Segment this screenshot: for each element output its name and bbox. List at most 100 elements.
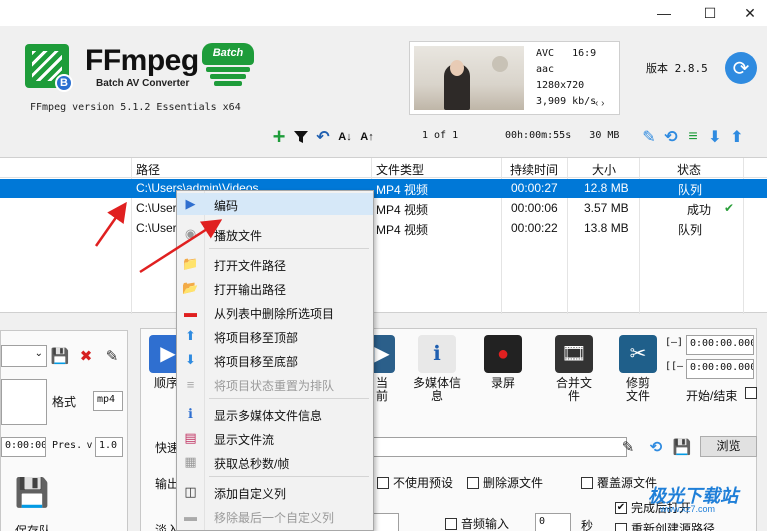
column-header-status[interactable]: 状态 <box>677 161 701 178</box>
menu-item-reset-status[interactable]: ≡ 将项目状态重置为排队 <box>177 373 373 395</box>
table-row[interactable]: C:\User MP4 视频 00:00:06 3.57 MB 成功 ✔ <box>0 199 767 218</box>
filter-icon[interactable] <box>290 126 312 148</box>
cell-type: MP4 视频 <box>376 223 429 237</box>
trim-label: 修剪 文件 <box>625 376 650 403</box>
fade-in-combo[interactable] <box>373 513 399 531</box>
seconds-field[interactable]: 0 <box>535 513 571 531</box>
record-screen-button[interactable]: ● 录屏 <box>481 335 525 390</box>
context-menu: ▶ 编码 ◉ 播放文件 📁 打开文件路径 📂 打开输出路径 ▬ 从列表中删除所选… <box>176 190 374 531</box>
totals: 00h:00m:55s 30 MB <box>505 130 619 141</box>
app-version: 版本 2.8.5 <box>646 62 708 75</box>
success-check-icon: ✔ <box>724 201 735 215</box>
edit-preset-icon[interactable]: ✎ <box>103 347 121 365</box>
format-field[interactable]: mp4 <box>93 391 123 411</box>
edit-path-icon[interactable]: ✎ <box>619 438 637 456</box>
meta-nav-arrows[interactable]: ‹ › <box>595 98 604 109</box>
sort-az-icon[interactable]: A↓ <box>334 126 356 148</box>
column-add-icon: ◫ <box>184 484 197 499</box>
list-menu-icon[interactable]: ≡ <box>682 126 704 148</box>
cell-path: C:\User <box>136 221 177 235</box>
audio-input-label: 音频输入 <box>461 517 510 531</box>
cell-size: 3.57 MB <box>584 201 629 215</box>
save-path-icon[interactable]: 💾 <box>673 438 692 456</box>
range-end-field[interactable]: 0:00:00.000 <box>686 359 754 379</box>
menu-item-total-seconds[interactable]: ▦ 获取总秒数/帧 <box>177 451 373 473</box>
delete-preset-icon[interactable]: ✖ <box>77 347 95 365</box>
version-field[interactable]: 1.0 <box>95 437 123 457</box>
menu-item-show-media-info[interactable]: ℹ 显示多媒体文件信息 <box>177 403 373 425</box>
play-icon: ▶ <box>185 196 196 211</box>
column-header-type[interactable]: 文件类型 <box>376 161 424 178</box>
menu-item-play-file[interactable]: ◉ 播放文件 <box>177 223 373 245</box>
save-queue-icon[interactable]: 💾 <box>15 475 50 509</box>
menu-item-encode[interactable]: ▶ 编码 <box>177 193 373 215</box>
reload-icon[interactable]: ⟲ <box>660 126 682 148</box>
sequence-label: 顺序 <box>153 376 178 390</box>
minus-icon: ▬ <box>184 304 197 320</box>
list-icon: ≡ <box>186 376 195 392</box>
cell-type: MP4 视频 <box>376 183 429 197</box>
start-end-label: 开始/结束 <box>686 389 738 403</box>
delete-source-checkbox[interactable]: 删除源文件 <box>467 474 543 491</box>
range-start-field[interactable]: 0:00:00.000 <box>686 335 754 355</box>
minimize-button[interactable]: — <box>641 0 687 26</box>
column-header-duration[interactable]: 持续时间 <box>510 161 558 178</box>
page-info: 1 of 1 <box>422 130 459 141</box>
brand-subtitle: Batch AV Converter <box>96 78 190 89</box>
output-path-field[interactable] <box>371 437 627 457</box>
move-down-icon[interactable]: ⬇ <box>704 126 726 148</box>
table-row[interactable]: C:\User MP4 视频 00:00:22 13.8 MB 队列 <box>0 219 767 238</box>
trim-file-button[interactable]: ✂ 修剪 文件 <box>615 335 661 403</box>
clear-brush-icon[interactable]: ✎ <box>638 126 660 148</box>
undo-icon[interactable]: ↶ <box>312 126 334 148</box>
watermark-url: www.xz7.com <box>660 504 716 514</box>
list-toolbar: + ↶ A↓ A↑ <box>268 124 378 149</box>
right-toolbar: ✎ ⟲ ≡ ⬇ ⬆ <box>638 126 748 148</box>
menu-item-open-file-path[interactable]: 📁 打开文件路径 <box>177 253 373 275</box>
table-header: 路径 文件类型 持续时间 大小 状态 <box>0 158 767 178</box>
add-file-icon[interactable]: + <box>268 124 290 149</box>
cell-size: 13.8 MB <box>584 221 629 235</box>
ffmpeg-logo-icon: B <box>25 44 73 92</box>
overwrite-checkbox[interactable]: 覆盖源文件 <box>581 474 657 491</box>
no-preset-checkbox[interactable]: 不使用预设 <box>377 474 453 491</box>
start-end-checkbox[interactable] <box>745 387 761 399</box>
meta-resolution: 1280x720 <box>536 80 585 91</box>
menu-item-open-output-path[interactable]: 📂 打开输出路径 <box>177 277 373 299</box>
menu-item-remove-column[interactable]: ▬ 移除最后一个自定义列 <box>177 505 373 527</box>
preset-text-area[interactable] <box>1 379 47 425</box>
menu-item-show-streams[interactable]: ▤ 显示文件流 <box>177 427 373 449</box>
reset-path-icon[interactable]: ⟲ <box>647 438 665 456</box>
media-info-button[interactable]: ℹ 多媒体信 息 <box>409 335 465 403</box>
media-preview: AVC 16:9 aac 1280x720 3,909 kb/s ‹ › <box>409 41 620 115</box>
merge-label: 合并文 件 <box>555 376 592 403</box>
cell-size: 12.8 MB <box>584 181 629 195</box>
sort-za-icon[interactable]: A↑ <box>356 126 378 148</box>
move-up-icon[interactable]: ⬆ <box>726 126 748 148</box>
menu-item-move-bottom[interactable]: ⬇ 将项目移至底部 <box>177 349 373 371</box>
save-queue-label[interactable]: 保存队 <box>15 522 51 531</box>
close-button[interactable]: ✕ <box>727 0 767 26</box>
chevron-down-icon: ⌄ <box>34 348 43 359</box>
menu-item-add-column[interactable]: ◫ 添加自定义列 <box>177 481 373 503</box>
update-refresh-button[interactable]: ⟳ <box>725 52 757 84</box>
browse-button[interactable]: 浏览 <box>700 436 757 457</box>
preset-panel: ⌄ 💾 ✖ ✎ 格式 mp4 0:00:00.000 Pres. v 1.0 💾… <box>0 330 128 531</box>
video-thumbnail <box>414 46 524 110</box>
start-time-field[interactable]: 0:00:00.000 <box>1 437 46 457</box>
format-label: 格式 <box>52 395 77 409</box>
media-info-icon: ℹ <box>418 335 456 373</box>
app-header: B FFmpeg Batch AV Converter Batch FFmpeg… <box>0 26 767 151</box>
audio-input-checkbox[interactable]: 音频输入 <box>445 515 509 531</box>
merge-files-button[interactable]: 🎞 合并文 件 <box>549 335 599 403</box>
save-preset-icon[interactable]: 💾 <box>51 347 70 365</box>
column-header-size[interactable]: 大小 <box>592 161 616 178</box>
no-preset-label: 不使用预设 <box>393 476 454 490</box>
menu-item-remove-selected[interactable]: ▬ 从列表中删除所选项目 <box>177 301 373 323</box>
menu-item-move-top[interactable]: ⬆ 将项目移至顶部 <box>177 325 373 347</box>
recreate-source-checkbox[interactable]: 重新创建源路径 <box>615 520 715 531</box>
preset-combo[interactable]: ⌄ <box>1 345 47 367</box>
meta-bitrate: 3,909 kb/s <box>536 96 597 107</box>
column-header-path[interactable]: 路径 <box>136 161 160 178</box>
table-row[interactable]: C:\Users\admin\Videos MP4 视频 00:00:27 12… <box>0 179 767 198</box>
